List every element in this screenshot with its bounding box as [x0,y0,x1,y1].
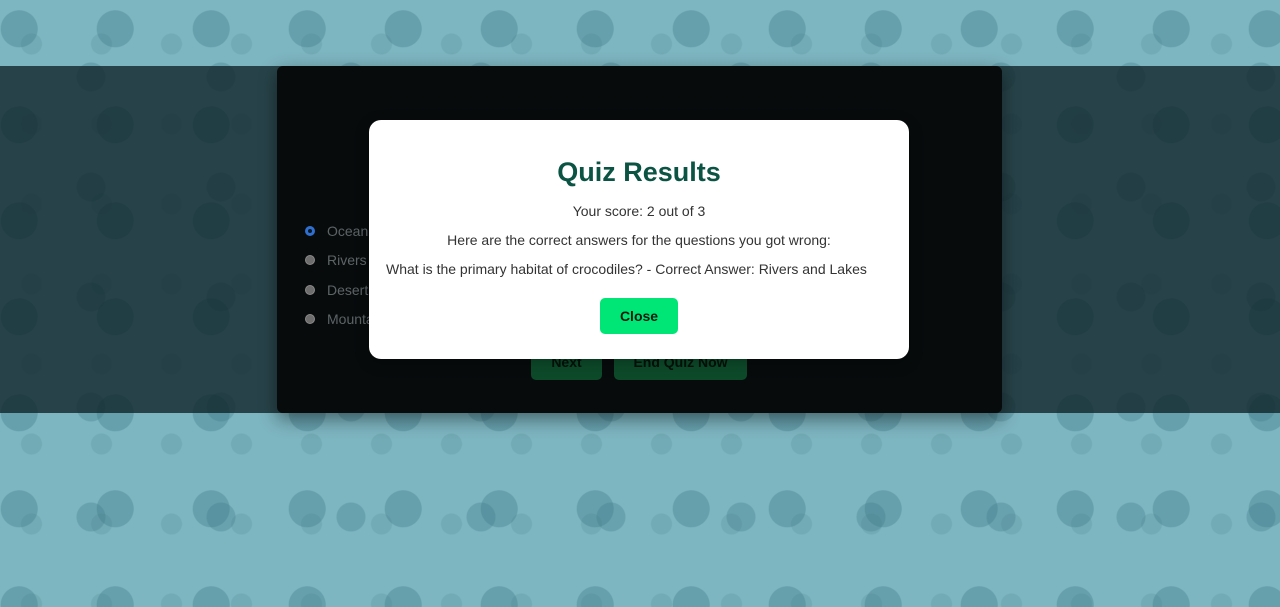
radio-checked-icon[interactable] [305,225,315,236]
radio-icon[interactable] [305,314,315,325]
answer-option-label: Desert [327,281,369,298]
radio-icon[interactable] [305,255,315,266]
answer-option-2[interactable]: Rivers [305,246,374,276]
modal-title: Quiz Results [557,157,721,187]
answer-option-label: Ocean [327,222,369,239]
answer-options: Ocean Rivers Desert Mounta [305,216,374,334]
close-button[interactable]: Close [600,298,678,334]
results-modal: Quiz Results Your score: 2 out of 3 Here… [369,120,909,359]
radio-icon[interactable] [305,284,315,295]
wrong-answers-intro: Here are the correct answers for the que… [447,232,831,248]
answer-option-1[interactable]: Ocean [305,216,374,246]
wrong-answer-item: What is the primary habitat of crocodile… [386,261,867,277]
answer-option-label: Rivers [327,252,367,269]
answer-option-3[interactable]: Desert [305,275,374,305]
answer-option-4[interactable]: Mounta [305,305,374,335]
answer-option-label: Mounta [327,311,374,328]
score-text: Your score: 2 out of 3 [572,203,706,219]
